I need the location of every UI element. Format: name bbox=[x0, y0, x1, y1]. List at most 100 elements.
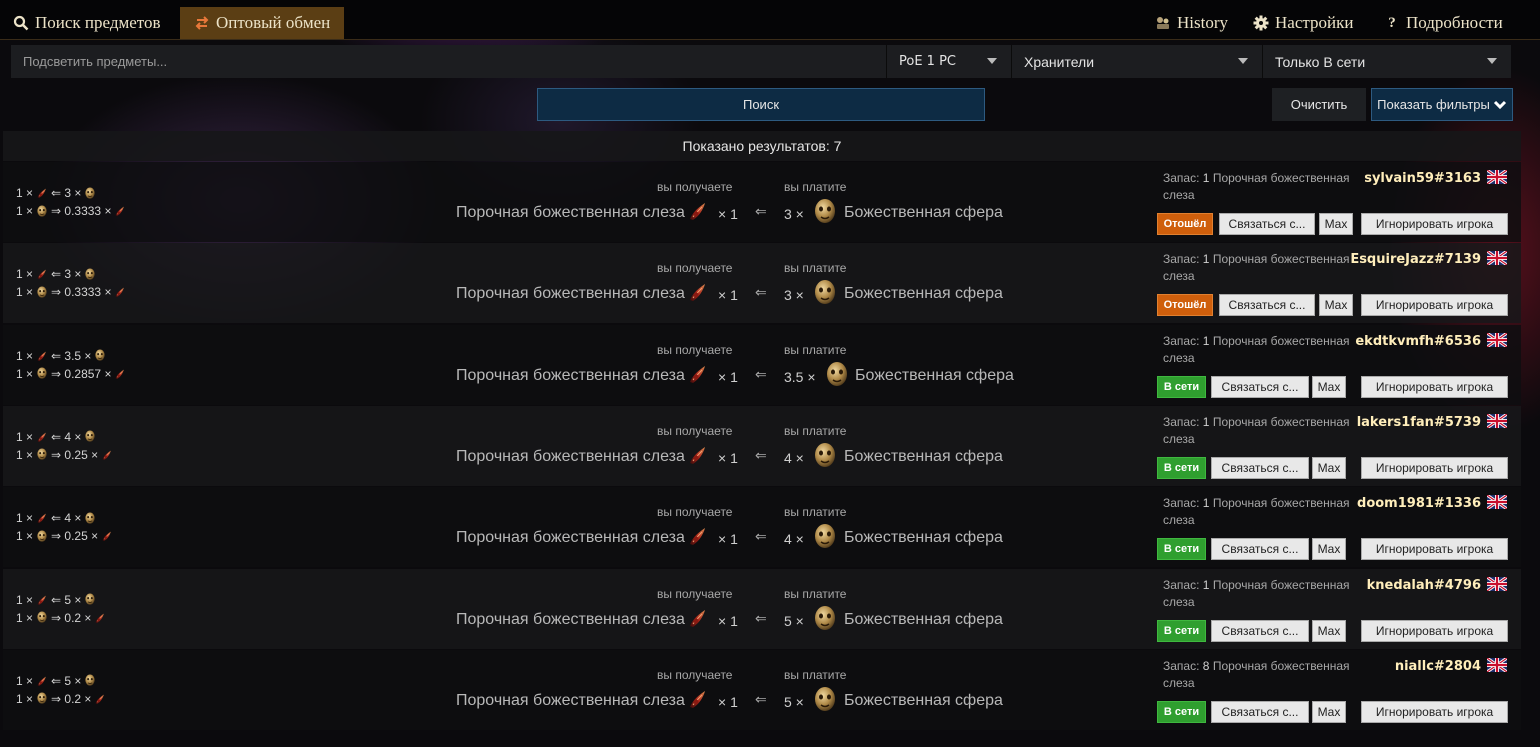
settings-link[interactable]: Настройки bbox=[1253, 7, 1353, 39]
get-quantity: × 1 bbox=[718, 368, 738, 385]
max-button[interactable]: Max bbox=[1319, 294, 1353, 317]
max-button[interactable]: Max bbox=[1312, 619, 1346, 642]
divine-orb-icon bbox=[815, 442, 835, 467]
divine-tear-icon bbox=[690, 203, 705, 220]
chevron-down-icon bbox=[1238, 58, 1248, 64]
account-name[interactable]: sylvain59#3163 bbox=[1364, 171, 1481, 186]
ignore-player-button[interactable]: Игнорировать игрока bbox=[1361, 456, 1508, 479]
get-item-name[interactable]: Порочная божественная слеза bbox=[456, 204, 685, 222]
pay-item-name[interactable]: Божественная сфера bbox=[844, 529, 1003, 547]
divine-orb-icon bbox=[37, 286, 47, 298]
max-button[interactable]: Max bbox=[1312, 456, 1346, 479]
pay-item-name[interactable]: Божественная сфера bbox=[844, 611, 1003, 629]
status-badge: Отошёл bbox=[1157, 213, 1213, 235]
you-pay-label: вы платите bbox=[784, 342, 847, 357]
show-filters-button[interactable]: Показать фильтры bbox=[1371, 88, 1513, 121]
max-button[interactable]: Max bbox=[1319, 213, 1353, 235]
pay-item-name[interactable]: Божественная сфера bbox=[844, 692, 1003, 710]
status-select[interactable]: Только В сети bbox=[1262, 45, 1511, 78]
account-name[interactable]: niallc#2804 bbox=[1395, 659, 1481, 674]
ignore-player-button[interactable]: Игнорировать игрока bbox=[1361, 294, 1508, 317]
get-item-icon-wrap bbox=[687, 688, 709, 715]
divine-tear-icon bbox=[37, 432, 46, 442]
ignore-player-button[interactable]: Игнорировать игрока bbox=[1361, 538, 1508, 561]
stock-info: Запас: 1 Порочная божественная слеза bbox=[1163, 170, 1368, 204]
get-item-name[interactable]: Порочная божественная слеза bbox=[456, 285, 685, 303]
max-button[interactable]: Max bbox=[1312, 375, 1346, 398]
chevron-down-icon bbox=[987, 58, 997, 64]
ratio-1-rate: ⇐ 4 × bbox=[51, 429, 82, 444]
ratio-2-prefix: 1 × bbox=[16, 691, 34, 706]
get-item-name[interactable]: Порочная божественная слеза bbox=[456, 448, 685, 466]
settings-label: Настройки bbox=[1275, 13, 1354, 32]
stock-count: 1 bbox=[1202, 171, 1210, 185]
league-mode-select[interactable]: Хранители bbox=[1011, 45, 1262, 78]
account-name[interactable]: lakers1fan#5739 bbox=[1357, 415, 1481, 430]
get-item-name[interactable]: Порочная божественная слеза bbox=[456, 692, 685, 710]
ratio-1-prefix: 1 × bbox=[16, 186, 34, 200]
ignore-player-button[interactable]: Игнорировать игрока bbox=[1361, 375, 1508, 398]
divine-tear-icon bbox=[116, 369, 125, 379]
ignore-player-button[interactable]: Игнорировать игрока bbox=[1361, 619, 1508, 642]
language-flag bbox=[1486, 656, 1508, 674]
pay-item-icon-wrap bbox=[813, 198, 837, 231]
account-name[interactable]: ekdtkvmfh#6536 bbox=[1355, 334, 1481, 349]
exchange-arrow-icon: ⇐ bbox=[755, 446, 767, 463]
contact-button[interactable]: Связаться с... bbox=[1219, 213, 1315, 235]
divine-tear-icon bbox=[690, 446, 705, 464]
highlight-items-input[interactable] bbox=[11, 45, 886, 78]
results-count-bar: Показано результатов: 7 bbox=[3, 131, 1521, 161]
get-item-name[interactable]: Порочная божественная слеза bbox=[456, 611, 685, 629]
language-flag bbox=[1486, 168, 1508, 186]
result-row: 1 × ⇐ 4 × 1 × ⇒ 0.25 × вы получаете вы пл… bbox=[3, 405, 1521, 486]
stock-prefix: Запас: bbox=[1163, 171, 1200, 185]
result-row: 1 × ⇐ 5 × 1 × ⇒ 0.2 × вы получаете вы пла… bbox=[3, 568, 1521, 649]
get-item-name[interactable]: Порочная божественная слеза bbox=[456, 367, 685, 385]
ignore-player-button[interactable]: Игнорировать игрока bbox=[1361, 700, 1508, 723]
search-button[interactable]: Поиск bbox=[537, 88, 985, 121]
exchange-arrow-icon: ⇐ bbox=[755, 284, 767, 301]
ratio-1-rate: ⇐ 5 × bbox=[51, 592, 82, 607]
league-select-value: PoE 1 PC bbox=[899, 54, 956, 69]
account-name[interactable]: doom1981#1336 bbox=[1357, 496, 1481, 511]
divine-orb-icon bbox=[815, 686, 835, 711]
ratio-line-2: 1 × ⇒ 0.3333 × bbox=[16, 204, 126, 218]
divine-orb-icon bbox=[37, 204, 47, 217]
league-mode-select-value: Хранители bbox=[1024, 53, 1095, 70]
tab-bulk-exchange[interactable]: Оптовый обмен bbox=[180, 7, 345, 39]
account-name[interactable]: EsquireJazz#7139 bbox=[1350, 252, 1481, 267]
pay-item-name[interactable]: Божественная сфера bbox=[844, 448, 1003, 466]
contact-button[interactable]: Связаться с... bbox=[1211, 375, 1309, 398]
contact-button[interactable]: Связаться с... bbox=[1211, 456, 1309, 479]
you-get-label: вы получаете bbox=[657, 586, 733, 601]
history-link[interactable]: History bbox=[1155, 7, 1228, 39]
status-badge: В сети bbox=[1157, 538, 1206, 561]
tab-search-items[interactable]: Поиск предметов bbox=[13, 7, 161, 39]
you-pay-label: вы платите bbox=[784, 586, 847, 601]
about-link[interactable]: ? Подробности bbox=[1384, 7, 1502, 39]
stock-prefix: Запас: bbox=[1163, 252, 1200, 267]
get-item-icon-wrap bbox=[687, 607, 709, 634]
pay-item-name[interactable]: Божественная сфера bbox=[844, 204, 1003, 222]
contact-button[interactable]: Связаться с... bbox=[1211, 619, 1309, 642]
max-button[interactable]: Max bbox=[1312, 538, 1346, 561]
contact-button[interactable]: Связаться с... bbox=[1219, 294, 1315, 317]
league-select[interactable]: PoE 1 PC bbox=[886, 45, 1011, 78]
you-pay-label: вы платите bbox=[784, 180, 847, 194]
clear-button[interactable]: Очистить bbox=[1272, 88, 1366, 121]
contact-button[interactable]: Связаться с... bbox=[1211, 700, 1309, 723]
ignore-player-button[interactable]: Игнорировать игрока bbox=[1361, 213, 1508, 235]
you-pay-label: вы платите bbox=[784, 423, 847, 438]
uk-flag-icon bbox=[1486, 331, 1508, 348]
pay-item-icon-wrap bbox=[813, 686, 837, 719]
ratio-2-rate: ⇒ 0.2857 × bbox=[51, 366, 112, 381]
you-pay-label: вы платите bbox=[784, 261, 847, 276]
pay-item-name[interactable]: Божественная сфера bbox=[855, 367, 1014, 385]
account-name[interactable]: knedalah#4796 bbox=[1367, 578, 1481, 593]
max-button[interactable]: Max bbox=[1312, 700, 1346, 723]
contact-button[interactable]: Связаться с... bbox=[1211, 538, 1309, 561]
ratio-line-2: 1 × ⇒ 0.2 × bbox=[16, 692, 106, 706]
stock-prefix: Запас: bbox=[1163, 496, 1200, 511]
get-item-name[interactable]: Порочная божественная слеза bbox=[456, 529, 685, 547]
pay-item-name[interactable]: Божественная сфера bbox=[844, 285, 1003, 303]
